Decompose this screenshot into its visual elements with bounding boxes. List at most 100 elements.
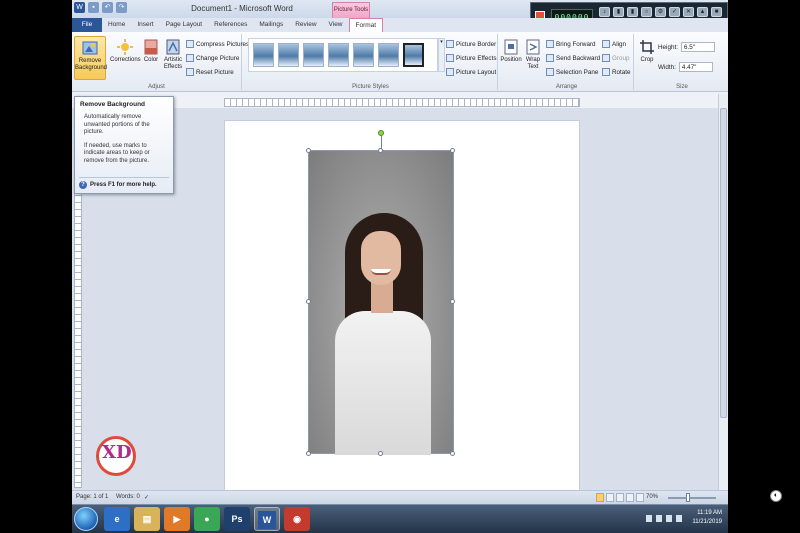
- help-icon: ?: [79, 181, 87, 189]
- tray-network-icon[interactable]: [666, 515, 672, 522]
- tooltip-help: ? Press F1 for more help.: [79, 177, 169, 189]
- resize-handle[interactable]: [306, 299, 311, 304]
- rotate-icon: [602, 68, 610, 76]
- full-screen-icon[interactable]: [606, 493, 614, 502]
- picture-effects-button[interactable]: Picture Effects: [446, 54, 496, 62]
- horizontal-ruler[interactable]: [224, 98, 580, 107]
- gallery-more-icon[interactable]: ▾: [438, 38, 445, 72]
- remove-background-label: Remove Background: [75, 58, 108, 71]
- outline-icon[interactable]: [626, 493, 634, 502]
- picture-style-thumb[interactable]: [378, 43, 399, 67]
- picture-layout-button[interactable]: Picture Layout: [446, 68, 496, 76]
- wrap-text-button[interactable]: Wrap Text: [522, 38, 544, 71]
- chrome-icon[interactable]: ●: [194, 507, 220, 531]
- speaker-icon[interactable]: ♪: [599, 7, 610, 17]
- group-label-size: Size: [676, 84, 688, 90]
- picture-style-thumb[interactable]: [253, 43, 274, 67]
- color-button[interactable]: Color: [140, 38, 162, 64]
- bring-forward-label: Bring Forward: [556, 40, 596, 48]
- color-label: Color: [143, 57, 159, 63]
- tab-view[interactable]: View: [323, 18, 349, 32]
- scrollbar-thumb[interactable]: [720, 108, 727, 418]
- height-input[interactable]: 6.5": [680, 42, 715, 52]
- bring-forward-button[interactable]: Bring Forward: [546, 40, 596, 48]
- camera-icon[interactable]: ■: [711, 7, 722, 17]
- tray-volume-icon[interactable]: [676, 515, 682, 522]
- resize-handle[interactable]: [450, 148, 455, 153]
- ie-icon[interactable]: e: [104, 507, 130, 531]
- proofing-icon[interactable]: ✓: [144, 494, 149, 501]
- start-button[interactable]: [74, 507, 98, 531]
- change-picture-icon: [186, 54, 194, 62]
- tray-flag-icon[interactable]: [656, 515, 662, 522]
- check-icon[interactable]: ✓: [669, 7, 680, 17]
- resize-handle[interactable]: [450, 451, 455, 456]
- print-layout-icon[interactable]: [596, 493, 604, 502]
- mic-icon[interactable]: ▲: [697, 7, 708, 17]
- close-icon[interactable]: ✕: [683, 7, 694, 17]
- photoshop-icon[interactable]: Ps: [224, 507, 250, 531]
- group-button[interactable]: Group: [602, 54, 630, 62]
- wrap-text-label: Wrap Text: [525, 57, 541, 70]
- picture-style-thumb[interactable]: [328, 43, 349, 67]
- position-button[interactable]: Position: [500, 38, 522, 64]
- picture-style-thumb[interactable]: [403, 43, 424, 67]
- tab-mailings[interactable]: Mailings: [253, 18, 289, 32]
- taskbar: e ▤ ▶ ● Ps W ◉ 11:19 AM 11/21/2019: [72, 504, 728, 533]
- tab-references[interactable]: References: [208, 18, 253, 32]
- change-picture-button[interactable]: Change Picture: [186, 54, 239, 62]
- resize-handle[interactable]: [306, 148, 311, 153]
- zoom-level[interactable]: 70%: [646, 494, 658, 500]
- explorer-icon[interactable]: ▤: [134, 507, 160, 531]
- tab-home[interactable]: Home: [102, 18, 131, 32]
- send-backward-button[interactable]: Send Backward: [546, 54, 600, 62]
- media-icon[interactable]: ▶: [164, 507, 190, 531]
- align-button[interactable]: Align: [602, 40, 626, 48]
- page-count[interactable]: Page: 1 of 1: [76, 494, 108, 500]
- width-input[interactable]: 4.47": [678, 62, 713, 72]
- artistic-effects-icon: [166, 39, 180, 55]
- tab-page-layout[interactable]: Page Layout: [160, 18, 209, 32]
- resize-handle[interactable]: [378, 148, 383, 153]
- tab-format[interactable]: Format: [348, 18, 384, 32]
- zoom-slider[interactable]: [668, 497, 716, 499]
- resize-handle[interactable]: [306, 451, 311, 456]
- artistic-effects-button[interactable]: Artistic Effects: [162, 38, 184, 71]
- system-clock[interactable]: 11:19 AM 11/21/2019: [692, 509, 722, 527]
- corrections-button[interactable]: Corrections: [110, 38, 141, 64]
- word-icon[interactable]: W: [254, 507, 280, 531]
- compress-icon: [186, 40, 194, 48]
- web-layout-icon[interactable]: [616, 493, 624, 502]
- tooltip-title: Remove Background: [80, 101, 146, 108]
- level-icon[interactable]: ▮: [627, 7, 638, 17]
- word-count[interactable]: Words: 0: [116, 494, 140, 500]
- globe-icon[interactable]: ○: [641, 7, 652, 17]
- tray-arrow-icon[interactable]: [646, 515, 652, 522]
- level-icon[interactable]: ▮: [613, 7, 624, 17]
- tab-insert[interactable]: Insert: [131, 18, 159, 32]
- selected-picture[interactable]: [308, 150, 454, 455]
- zoom-slider-knob[interactable]: [686, 493, 690, 502]
- picture-border-icon: [446, 40, 454, 48]
- rotate-button[interactable]: Rotate: [602, 68, 631, 76]
- resize-handle[interactable]: [450, 299, 455, 304]
- vertical-scrollbar[interactable]: [718, 94, 728, 490]
- reset-picture-button[interactable]: Reset Picture: [186, 68, 234, 76]
- gear-icon[interactable]: ⚙: [655, 7, 666, 17]
- recorder-icon[interactable]: ◉: [284, 507, 310, 531]
- compress-pictures-button[interactable]: Compress Pictures: [186, 40, 249, 48]
- draft-icon[interactable]: [636, 493, 644, 502]
- resize-handle[interactable]: [378, 451, 383, 456]
- tab-file[interactable]: File: [72, 18, 102, 32]
- remove-background-button[interactable]: Remove Background: [74, 36, 108, 80]
- picture-style-thumb[interactable]: [353, 43, 374, 67]
- picture-style-thumb[interactable]: [303, 43, 324, 67]
- tab-review[interactable]: Review: [289, 18, 322, 32]
- picture-border-button[interactable]: Picture Border: [446, 40, 496, 48]
- picture-style-thumb[interactable]: [278, 43, 299, 67]
- rotation-handle[interactable]: [378, 130, 384, 136]
- crop-button[interactable]: Crop: [638, 38, 656, 64]
- overlay-watermark-icon: ◐: [770, 490, 782, 502]
- picture-shirt: [335, 311, 431, 455]
- selection-pane-button[interactable]: Selection Pane: [546, 68, 598, 76]
